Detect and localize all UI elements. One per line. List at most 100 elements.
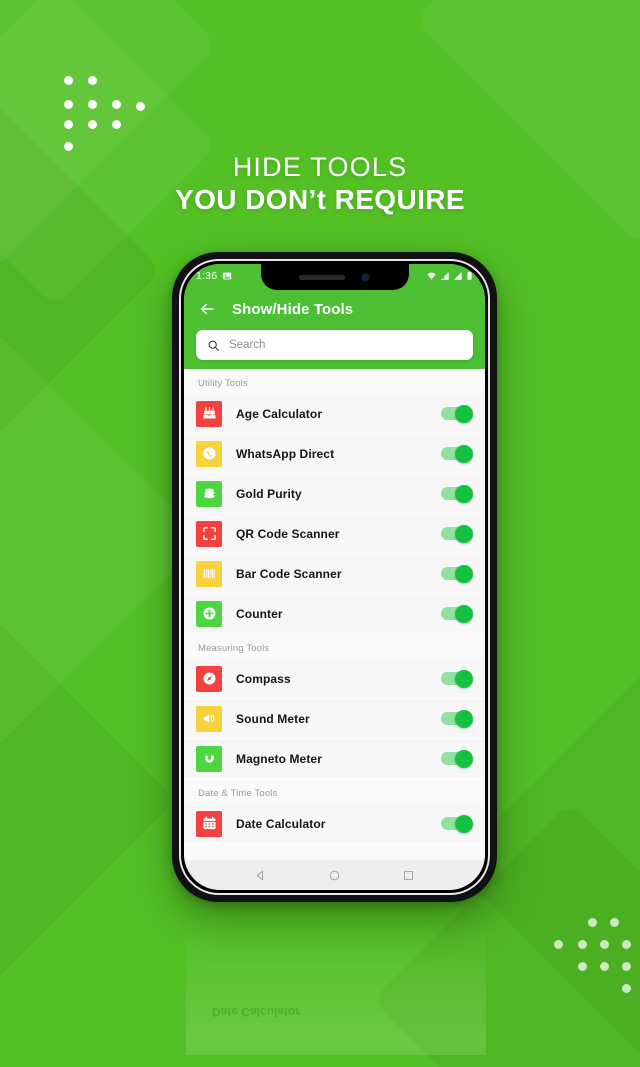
- list-item[interactable]: Age Calculator: [184, 394, 485, 434]
- dot: [88, 100, 97, 109]
- list-item-label: Date Calculator: [236, 816, 326, 831]
- status-bar-time: 1:36: [196, 270, 218, 282]
- toggle-switch[interactable]: [441, 484, 473, 503]
- dot: [622, 984, 631, 993]
- list-item[interactable]: WhatsApp Direct: [184, 434, 485, 474]
- status-bar-left: 1:36: [196, 270, 232, 282]
- list-item-label: Sound Meter: [236, 711, 310, 726]
- search-input[interactable]: Search: [196, 330, 473, 360]
- toggle-switch[interactable]: [441, 814, 473, 833]
- list-item-label: Gold Purity: [236, 486, 302, 501]
- whatsapp-icon: [196, 440, 222, 467]
- magnet-icon: [196, 745, 222, 772]
- cake-icon: [196, 400, 222, 427]
- phone-screen: 1:36 Show/Hide Tools Search Utility Tool…: [184, 264, 485, 890]
- dot: [622, 940, 631, 949]
- front-camera-icon: [361, 272, 370, 282]
- image-icon: [223, 272, 232, 280]
- dot: [600, 940, 609, 949]
- list-item[interactable]: Gold Purity: [184, 474, 485, 514]
- list-item[interactable]: Magneto Meter: [184, 739, 485, 779]
- signal-icon: [453, 272, 462, 280]
- section-header-utility: Utility Tools: [198, 378, 248, 389]
- home-circle-icon[interactable]: [328, 869, 341, 882]
- list-item-label: Age Calculator: [236, 406, 323, 421]
- toggle-switch[interactable]: [441, 404, 473, 423]
- page-title: Show/Hide Tools: [232, 300, 354, 318]
- toggle-switch[interactable]: [441, 709, 473, 728]
- toggle-knob: [455, 444, 473, 463]
- list-item[interactable]: Sound Meter: [184, 699, 485, 739]
- list-item[interactable]: Counter: [184, 594, 485, 634]
- back-arrow-icon[interactable]: [198, 300, 216, 318]
- dot: [64, 76, 73, 85]
- plus-circle-icon: [196, 600, 222, 627]
- phone-notch: [260, 264, 409, 290]
- toggle-knob: [455, 604, 473, 623]
- dot: [622, 962, 631, 971]
- calendar-icon: [196, 810, 222, 837]
- speaker-icon: [196, 705, 222, 732]
- dot: [578, 940, 587, 949]
- toggle-switch[interactable]: [441, 524, 473, 543]
- headline-line-1: HIDE TOOLS: [232, 152, 408, 182]
- toggle-knob: [455, 709, 473, 728]
- tools-list[interactable]: Utility Tools Age Calculator WhatsApp Di…: [184, 369, 485, 860]
- list-item-label: Magneto Meter: [236, 751, 322, 766]
- toggle-switch[interactable]: [441, 749, 473, 768]
- dot: [64, 120, 73, 129]
- dot: [610, 918, 619, 927]
- toggle-knob: [455, 404, 473, 423]
- phone-bezel: 1:36 Show/Hide Tools Search Utility Tool…: [179, 259, 490, 895]
- headline: HIDE TOOLS YOU DON’t REQUIRE: [0, 152, 640, 217]
- status-bar-right: [426, 271, 473, 281]
- list-item[interactable]: Date Calculator: [184, 804, 485, 844]
- toggle-knob: [455, 669, 473, 688]
- dot: [600, 962, 609, 971]
- toggle-knob: [455, 749, 473, 768]
- back-triangle-icon[interactable]: [254, 869, 267, 882]
- toggle-knob: [455, 484, 473, 503]
- toggle-switch[interactable]: [441, 604, 473, 623]
- search-placeholder: Search: [229, 339, 266, 351]
- list-item-label: Counter: [236, 606, 283, 621]
- search-icon: [208, 340, 219, 351]
- toggle-switch[interactable]: [441, 669, 473, 688]
- dot: [64, 100, 73, 109]
- signal-icon: [440, 272, 449, 280]
- app-bar: Show/Hide Tools: [184, 288, 485, 330]
- dot: [112, 120, 121, 129]
- battery-icon: [467, 271, 472, 280]
- wifi-icon: [427, 272, 436, 280]
- toggle-knob: [455, 524, 473, 543]
- barcode-icon: [196, 560, 222, 587]
- section-header-measuring: Measuring Tools: [198, 643, 270, 654]
- list-item-label: Compass: [236, 671, 291, 686]
- headline-line-2: YOU DON’t REQUIRE: [175, 184, 465, 216]
- list-item[interactable]: Bar Code Scanner: [184, 554, 485, 594]
- dot: [588, 918, 597, 927]
- dot: [88, 120, 97, 129]
- earpiece-speaker-icon: [299, 274, 345, 280]
- android-nav-bar: [184, 860, 485, 890]
- toggle-switch[interactable]: [441, 444, 473, 463]
- dot: [578, 962, 587, 971]
- dot: [112, 100, 121, 109]
- toggle-switch[interactable]: [441, 564, 473, 583]
- list-item[interactable]: Compass: [184, 659, 485, 699]
- toggle-knob: [455, 564, 473, 583]
- search-bar-container: Search: [184, 330, 485, 369]
- list-item[interactable]: QR Code Scanner: [184, 514, 485, 554]
- recents-square-icon[interactable]: [402, 869, 415, 882]
- list-item-label: WhatsApp Direct: [236, 446, 335, 461]
- dot: [554, 940, 563, 949]
- coins-icon: [196, 480, 222, 507]
- compass-icon: [196, 665, 222, 692]
- toggle-knob: [455, 814, 473, 833]
- list-item-label: Bar Code Scanner: [236, 566, 342, 581]
- dot: [64, 142, 73, 151]
- dot: [136, 102, 145, 111]
- phone-mockup: 1:36 Show/Hide Tools Search Utility Tool…: [172, 252, 497, 902]
- section-header-datetime: Date & Time Tools: [198, 788, 278, 799]
- list-item-label: QR Code Scanner: [236, 526, 340, 541]
